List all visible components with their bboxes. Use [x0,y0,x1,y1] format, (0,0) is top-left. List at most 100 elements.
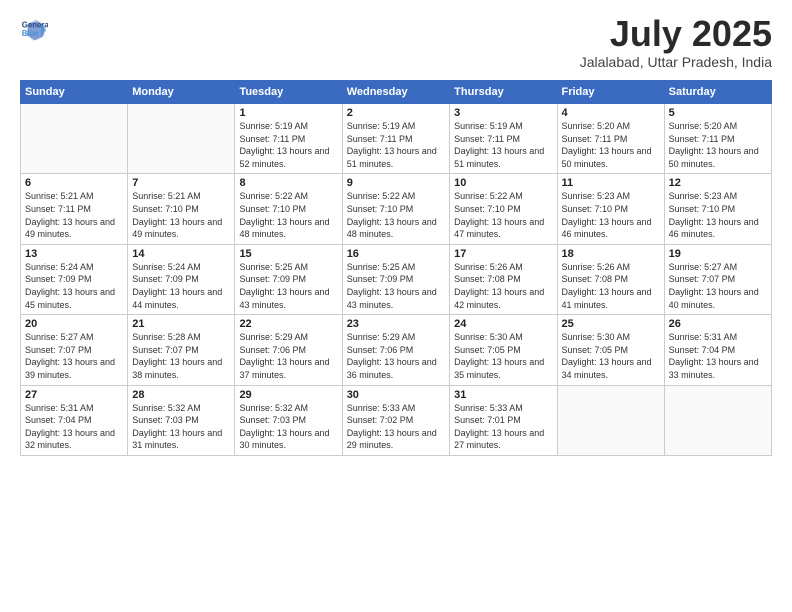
day-info: Sunrise: 5:32 AMSunset: 7:03 PMDaylight:… [239,402,337,452]
day-cell: 9Sunrise: 5:22 AMSunset: 7:10 PMDaylight… [342,174,449,244]
day-number: 6 [25,177,123,189]
subtitle: Jalalabad, Uttar Pradesh, India [580,54,772,70]
svg-text:Blue: Blue [22,29,40,38]
day-cell: 21Sunrise: 5:28 AMSunset: 7:07 PMDayligh… [128,315,235,385]
day-number: 26 [669,318,767,330]
header-monday: Monday [128,81,235,104]
header-tuesday: Tuesday [235,81,342,104]
day-cell: 2Sunrise: 5:19 AMSunset: 7:11 PMDaylight… [342,104,449,174]
day-cell: 17Sunrise: 5:26 AMSunset: 7:08 PMDayligh… [450,244,557,314]
day-number: 20 [25,318,123,330]
day-cell [21,104,128,174]
day-info: Sunrise: 5:25 AMSunset: 7:09 PMDaylight:… [239,261,337,311]
title-block: July 2025 Jalalabad, Uttar Pradesh, Indi… [580,16,772,70]
day-number: 25 [562,318,660,330]
day-info: Sunrise: 5:22 AMSunset: 7:10 PMDaylight:… [454,190,552,240]
header-thursday: Thursday [450,81,557,104]
day-info: Sunrise: 5:21 AMSunset: 7:10 PMDaylight:… [132,190,230,240]
day-number: 23 [347,318,445,330]
day-cell: 27Sunrise: 5:31 AMSunset: 7:04 PMDayligh… [21,385,128,455]
day-cell: 28Sunrise: 5:32 AMSunset: 7:03 PMDayligh… [128,385,235,455]
day-number: 10 [454,177,552,189]
day-info: Sunrise: 5:21 AMSunset: 7:11 PMDaylight:… [25,190,123,240]
day-number: 31 [454,389,552,401]
week-row-1: 1Sunrise: 5:19 AMSunset: 7:11 PMDaylight… [21,104,772,174]
day-number: 22 [239,318,337,330]
day-cell: 19Sunrise: 5:27 AMSunset: 7:07 PMDayligh… [664,244,771,314]
day-number: 5 [669,107,767,119]
day-cell: 24Sunrise: 5:30 AMSunset: 7:05 PMDayligh… [450,315,557,385]
day-number: 28 [132,389,230,401]
day-number: 8 [239,177,337,189]
week-row-5: 27Sunrise: 5:31 AMSunset: 7:04 PMDayligh… [21,385,772,455]
day-number: 2 [347,107,445,119]
day-info: Sunrise: 5:23 AMSunset: 7:10 PMDaylight:… [562,190,660,240]
day-cell: 30Sunrise: 5:33 AMSunset: 7:02 PMDayligh… [342,385,449,455]
day-info: Sunrise: 5:25 AMSunset: 7:09 PMDaylight:… [347,261,445,311]
week-row-3: 13Sunrise: 5:24 AMSunset: 7:09 PMDayligh… [21,244,772,314]
day-cell [557,385,664,455]
day-number: 12 [669,177,767,189]
day-number: 11 [562,177,660,189]
logo-icon: General Blue [20,16,48,44]
day-info: Sunrise: 5:20 AMSunset: 7:11 PMDaylight:… [562,120,660,170]
header-row: Sunday Monday Tuesday Wednesday Thursday… [21,81,772,104]
day-number: 7 [132,177,230,189]
day-cell: 13Sunrise: 5:24 AMSunset: 7:09 PMDayligh… [21,244,128,314]
logo: General Blue [20,16,48,44]
day-number: 13 [25,248,123,260]
day-info: Sunrise: 5:20 AMSunset: 7:11 PMDaylight:… [669,120,767,170]
day-info: Sunrise: 5:30 AMSunset: 7:05 PMDaylight:… [562,331,660,381]
day-cell: 26Sunrise: 5:31 AMSunset: 7:04 PMDayligh… [664,315,771,385]
day-cell: 3Sunrise: 5:19 AMSunset: 7:11 PMDaylight… [450,104,557,174]
day-number: 16 [347,248,445,260]
day-info: Sunrise: 5:33 AMSunset: 7:02 PMDaylight:… [347,402,445,452]
day-number: 18 [562,248,660,260]
day-info: Sunrise: 5:31 AMSunset: 7:04 PMDaylight:… [25,402,123,452]
day-number: 24 [454,318,552,330]
day-info: Sunrise: 5:22 AMSunset: 7:10 PMDaylight:… [239,190,337,240]
day-number: 17 [454,248,552,260]
day-cell: 6Sunrise: 5:21 AMSunset: 7:11 PMDaylight… [21,174,128,244]
day-number: 27 [25,389,123,401]
day-cell: 14Sunrise: 5:24 AMSunset: 7:09 PMDayligh… [128,244,235,314]
day-info: Sunrise: 5:28 AMSunset: 7:07 PMDaylight:… [132,331,230,381]
day-info: Sunrise: 5:26 AMSunset: 7:08 PMDaylight:… [562,261,660,311]
day-info: Sunrise: 5:24 AMSunset: 7:09 PMDaylight:… [25,261,123,311]
header-wednesday: Wednesday [342,81,449,104]
day-cell: 1Sunrise: 5:19 AMSunset: 7:11 PMDaylight… [235,104,342,174]
week-row-4: 20Sunrise: 5:27 AMSunset: 7:07 PMDayligh… [21,315,772,385]
day-info: Sunrise: 5:24 AMSunset: 7:09 PMDaylight:… [132,261,230,311]
day-number: 9 [347,177,445,189]
day-info: Sunrise: 5:22 AMSunset: 7:10 PMDaylight:… [347,190,445,240]
day-cell: 4Sunrise: 5:20 AMSunset: 7:11 PMDaylight… [557,104,664,174]
day-number: 14 [132,248,230,260]
day-number: 3 [454,107,552,119]
day-cell: 16Sunrise: 5:25 AMSunset: 7:09 PMDayligh… [342,244,449,314]
day-cell: 7Sunrise: 5:21 AMSunset: 7:10 PMDaylight… [128,174,235,244]
day-cell [664,385,771,455]
day-cell: 8Sunrise: 5:22 AMSunset: 7:10 PMDaylight… [235,174,342,244]
day-info: Sunrise: 5:29 AMSunset: 7:06 PMDaylight:… [347,331,445,381]
day-info: Sunrise: 5:31 AMSunset: 7:04 PMDaylight:… [669,331,767,381]
day-cell: 20Sunrise: 5:27 AMSunset: 7:07 PMDayligh… [21,315,128,385]
day-info: Sunrise: 5:30 AMSunset: 7:05 PMDaylight:… [454,331,552,381]
day-cell: 31Sunrise: 5:33 AMSunset: 7:01 PMDayligh… [450,385,557,455]
day-info: Sunrise: 5:26 AMSunset: 7:08 PMDaylight:… [454,261,552,311]
day-info: Sunrise: 5:29 AMSunset: 7:06 PMDaylight:… [239,331,337,381]
day-number: 21 [132,318,230,330]
day-info: Sunrise: 5:23 AMSunset: 7:10 PMDaylight:… [669,190,767,240]
day-number: 19 [669,248,767,260]
day-cell: 22Sunrise: 5:29 AMSunset: 7:06 PMDayligh… [235,315,342,385]
day-cell: 29Sunrise: 5:32 AMSunset: 7:03 PMDayligh… [235,385,342,455]
week-row-2: 6Sunrise: 5:21 AMSunset: 7:11 PMDaylight… [21,174,772,244]
day-info: Sunrise: 5:19 AMSunset: 7:11 PMDaylight:… [239,120,337,170]
month-title: July 2025 [580,16,772,52]
day-number: 15 [239,248,337,260]
day-number: 29 [239,389,337,401]
day-cell: 15Sunrise: 5:25 AMSunset: 7:09 PMDayligh… [235,244,342,314]
day-cell: 11Sunrise: 5:23 AMSunset: 7:10 PMDayligh… [557,174,664,244]
day-number: 30 [347,389,445,401]
day-cell: 23Sunrise: 5:29 AMSunset: 7:06 PMDayligh… [342,315,449,385]
calendar: Sunday Monday Tuesday Wednesday Thursday… [20,80,772,456]
